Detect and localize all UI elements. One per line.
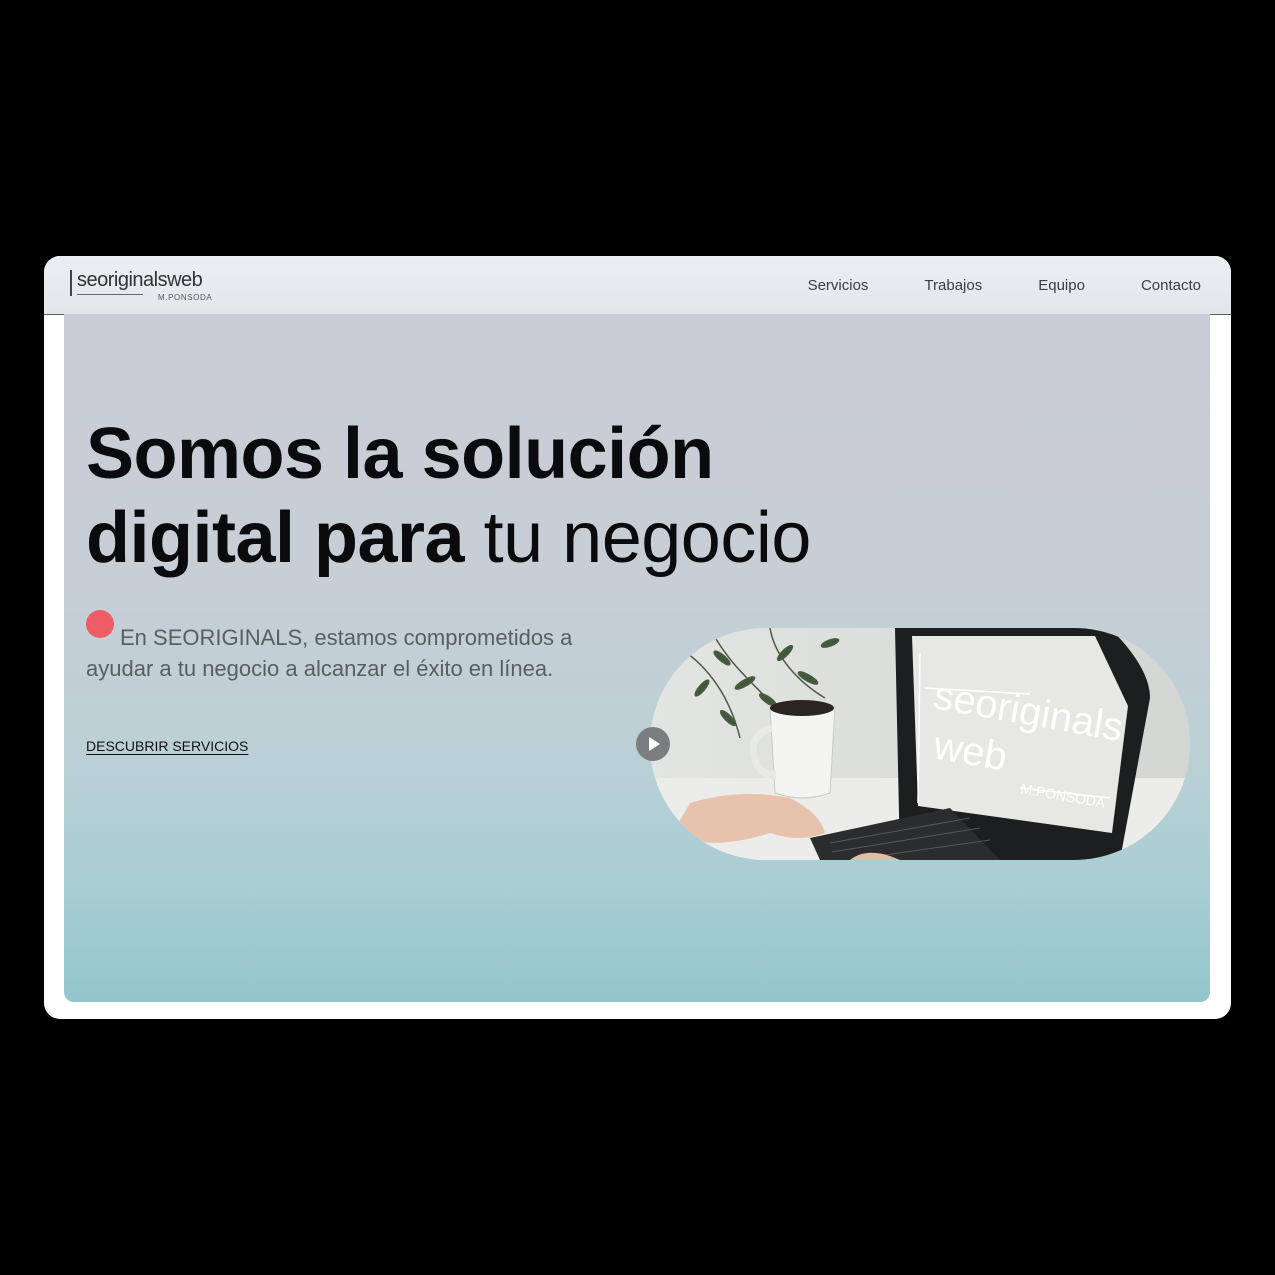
hero-video-thumbnail[interactable]: seoriginals web M.PONSODA xyxy=(650,628,1190,860)
nav-trabajos[interactable]: Trabajos xyxy=(924,277,982,294)
nav-contacto[interactable]: Contacto xyxy=(1141,277,1201,294)
laptop-photo: seoriginals web M.PONSODA xyxy=(650,628,1190,860)
site-logo[interactable]: seoriginalsweb M.PONSODA xyxy=(70,267,220,303)
discover-services-link[interactable]: DESCUBRIR SERVICIOS xyxy=(86,738,248,754)
site-header: seoriginalsweb M.PONSODA Servicios Traba… xyxy=(44,256,1231,315)
browser-window: seoriginalsweb M.PONSODA Servicios Traba… xyxy=(44,256,1231,1019)
logo-underline xyxy=(77,294,143,295)
nav-servicios[interactable]: Servicios xyxy=(808,277,869,294)
headline-line2-bold: digital para xyxy=(86,498,465,578)
hero-headline: Somos la solución digital para tu negoci… xyxy=(86,412,811,580)
logo-bar xyxy=(70,270,72,296)
headline-line2-rest: tu negocio xyxy=(483,498,812,578)
logo-wordmark: seoriginalsweb xyxy=(77,269,203,291)
hero-section: Somos la solución digital para tu negoci… xyxy=(64,314,1210,1002)
play-icon[interactable] xyxy=(636,727,670,761)
headline-line1: Somos la solución xyxy=(86,414,714,494)
nav-equipo[interactable]: Equipo xyxy=(1038,277,1085,294)
hero-lead-text: En SEORIGINALS, estamos comprometidos a … xyxy=(86,625,573,681)
main-nav: Servicios Trabajos Equipo Contacto xyxy=(808,256,1201,314)
logo-subtitle: M.PONSODA xyxy=(158,293,213,302)
